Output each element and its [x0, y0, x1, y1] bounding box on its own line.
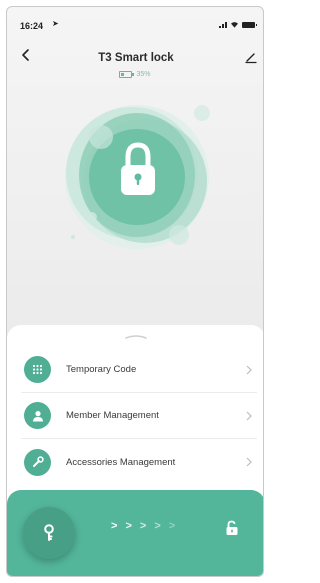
keypad-icon: [24, 356, 51, 383]
slide-arrow: >: [111, 520, 118, 532]
menu-item-member-management[interactable]: Member Management: [21, 393, 257, 439]
menu-item-label: Temporary Code: [66, 364, 137, 375]
menu-item-label: Accessories Management: [66, 456, 176, 468]
status-time: 16:24: [20, 21, 44, 31]
key-icon: [44, 524, 54, 541]
unlocked-padlock-icon: [226, 520, 238, 535]
menu-item-temporary-code[interactable]: Temporary Code: [21, 347, 257, 393]
sheet-handle[interactable]: [124, 333, 148, 339]
lock-battery-status: 35%: [7, 71, 263, 78]
status-icons: [219, 21, 257, 28]
chevron-right-icon: [246, 457, 252, 467]
chevron-right-icon: [246, 411, 252, 421]
person-icon: [24, 402, 51, 429]
slide-arrow: >: [125, 520, 132, 532]
status-bar: 16:24 ➤: [7, 7, 263, 37]
location-arrow-icon: ➤: [52, 19, 59, 28]
pencil-icon[interactable]: [243, 49, 259, 65]
page-title: T3 Smart lock: [98, 52, 174, 64]
battery-icon: [242, 21, 257, 28]
wifi-icon: [231, 22, 238, 28]
back-chevron-icon[interactable]: [18, 47, 34, 63]
menu-item-label: Member Management: [66, 410, 159, 421]
signal-icon: [219, 21, 227, 28]
wrench-icon: [24, 448, 51, 476]
lock-status-visual[interactable]: [7, 85, 264, 275]
menu-item-accessories-management[interactable]: Accessories Management: [21, 439, 257, 485]
unlock-slider-knob[interactable]: [23, 507, 75, 559]
battery-percentage: 35%: [136, 71, 151, 78]
slide-arrow: >: [168, 520, 176, 532]
battery-level-icon: [119, 71, 135, 78]
phone-screen: 16:24 ➤ T3 Smart lock 35% Temporary Code…: [6, 6, 264, 577]
lock-menu: Temporary Code Member Management Accesso…: [21, 347, 257, 485]
slide-arrows: > > > > >: [111, 520, 175, 532]
unlock-slider-bar: > > > > >: [7, 490, 263, 576]
slide-arrow: >: [139, 520, 147, 532]
slide-arrow: >: [154, 520, 161, 532]
chevron-right-icon: [246, 365, 252, 375]
